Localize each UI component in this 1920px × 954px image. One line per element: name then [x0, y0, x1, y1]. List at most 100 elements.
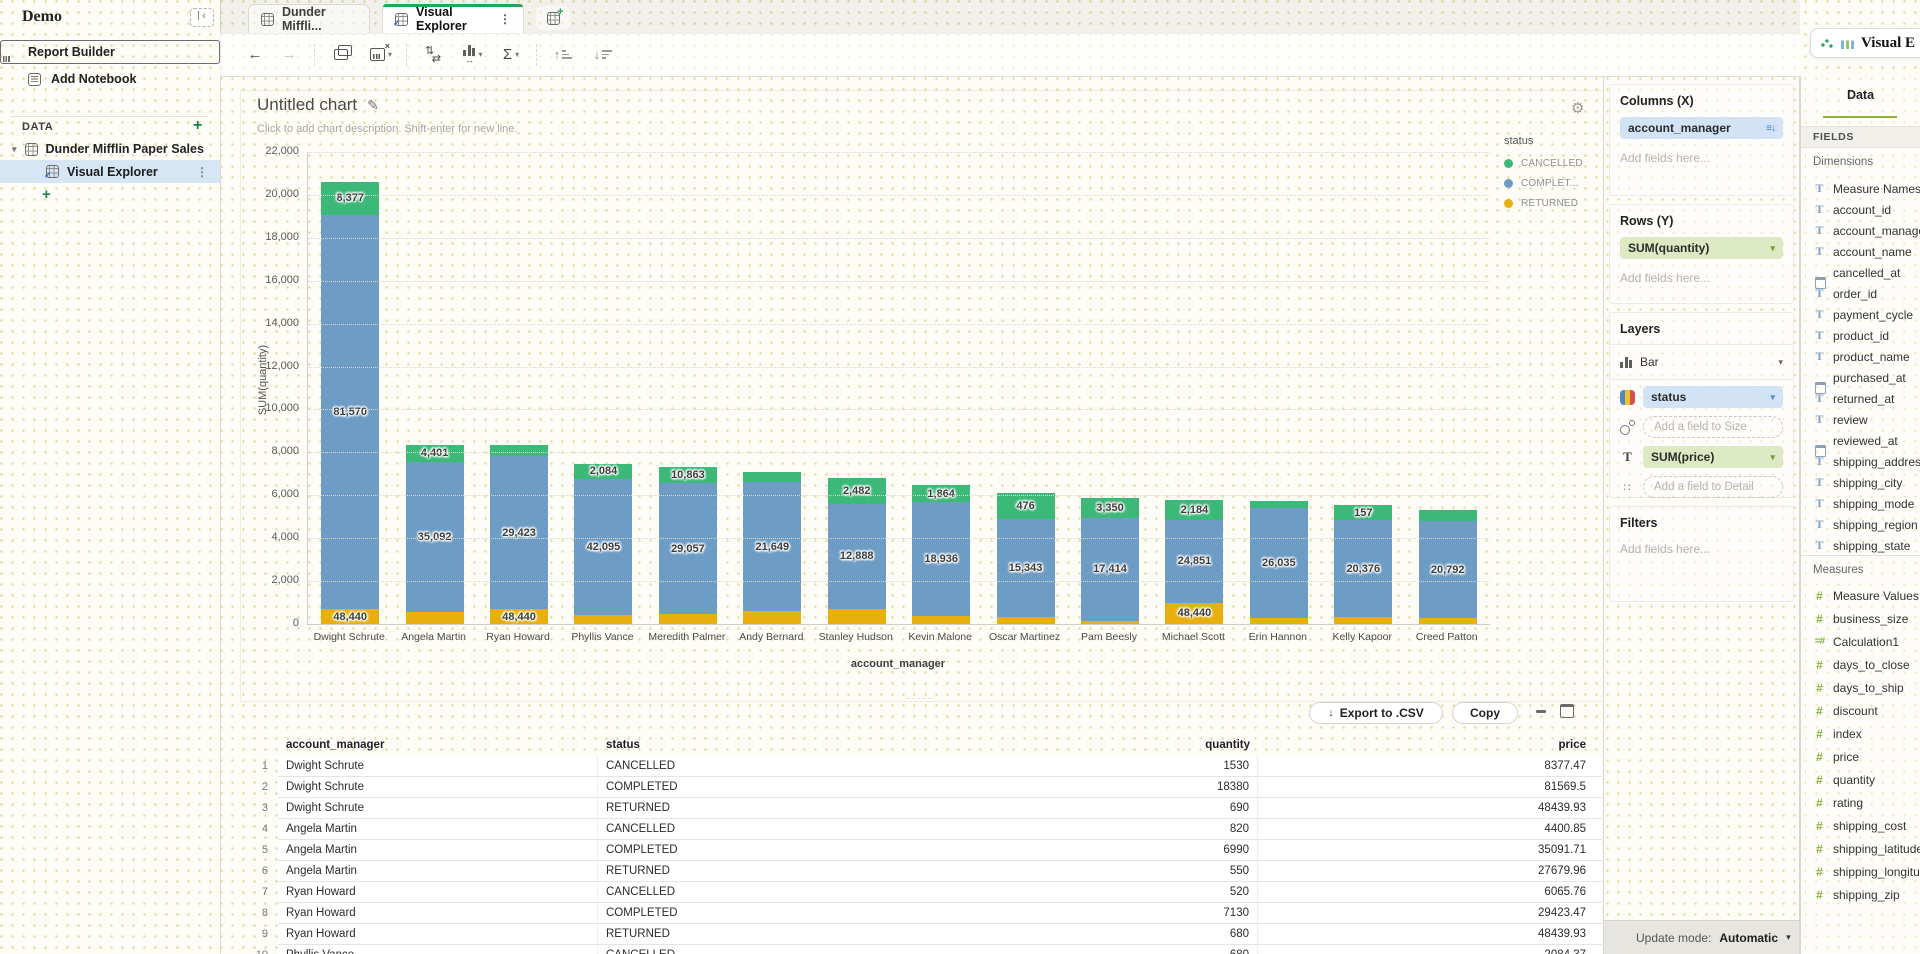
text-field-pill[interactable]: SUM(price) ▾: [1643, 446, 1783, 468]
field-item[interactable]: Tshipping_mode: [1801, 493, 1920, 514]
field-item[interactable]: #index: [1801, 722, 1920, 745]
bar-segment-completed[interactable]: 20,792: [1419, 521, 1477, 618]
bar-segment-cancelled[interactable]: 1,864: [912, 485, 970, 502]
field-item[interactable]: #shipping_cost: [1801, 814, 1920, 837]
size-drop-field[interactable]: Add a field to Size: [1643, 416, 1783, 438]
bar-segment-returned[interactable]: [406, 612, 464, 624]
stacked-bar[interactable]: 48,44029,423: [490, 445, 548, 624]
bar-segment-completed[interactable]: 29,423: [490, 456, 548, 609]
rows-field-pill[interactable]: SUM(quantity) ▾: [1620, 237, 1783, 259]
mark-type-selector[interactable]: Bar ▾: [1620, 347, 1783, 377]
chart-description-placeholder[interactable]: Click to add chart description. Shift-en…: [257, 123, 517, 135]
expand-results-icon[interactable]: [1560, 704, 1574, 718]
field-item[interactable]: Taccount_id: [1801, 199, 1920, 220]
bar-segment-returned[interactable]: 48,440: [321, 609, 379, 624]
field-item[interactable]: #Measure Values: [1801, 584, 1920, 607]
field-item[interactable]: #discount: [1801, 699, 1920, 722]
kebab-menu-icon[interactable]: ⋮: [196, 165, 208, 179]
bar-segment-returned[interactable]: [743, 611, 801, 624]
aggregate-button[interactable]: Σ ▾: [498, 41, 524, 69]
bar-segment-cancelled[interactable]: 157: [1334, 505, 1392, 520]
stacked-bar[interactable]: 20,376157: [1334, 505, 1392, 624]
remove-chart-button[interactable]: ▾: [368, 41, 394, 69]
bar-segment-completed[interactable]: 17,414: [1081, 518, 1139, 621]
stacked-bar[interactable]: 29,05710,863: [659, 467, 717, 624]
stacked-bar[interactable]: 48,44081,5708,377: [321, 182, 379, 624]
bar-segment-completed[interactable]: 20,376: [1334, 520, 1392, 617]
sidebar-item-add-notebook[interactable]: Add Notebook: [0, 67, 220, 91]
field-item[interactable]: #quantity: [1801, 768, 1920, 791]
bar-segment-cancelled[interactable]: 2,084: [574, 464, 632, 479]
field-item[interactable]: Tproduct_name: [1801, 346, 1920, 367]
tab-dunder-mifflin[interactable]: Dunder Miffli...: [248, 4, 370, 33]
bar-segment-completed[interactable]: 12,888: [828, 504, 886, 609]
swap-axes-button[interactable]: ⇅⇄: [420, 41, 446, 69]
caret-down-icon[interactable]: ▾: [1770, 243, 1775, 254]
stacked-bar[interactable]: 48,44024,8512,184: [1165, 500, 1223, 624]
stacked-bar[interactable]: 35,0924,401: [406, 445, 464, 624]
bar-segment-returned[interactable]: [574, 615, 632, 624]
field-item[interactable]: #business_size: [1801, 607, 1920, 630]
field-item[interactable]: Tshipping_region: [1801, 514, 1920, 535]
bar-segment-returned[interactable]: [912, 616, 970, 624]
sort-descending-button[interactable]: ↓: [590, 41, 616, 69]
stacked-bar[interactable]: 18,9361,864: [912, 485, 970, 624]
bar-segment-returned[interactable]: 48,440: [1165, 603, 1223, 624]
field-item[interactable]: #days_to_close: [1801, 653, 1920, 676]
column-header-status[interactable]: status: [598, 735, 928, 756]
sort-ascending-button[interactable]: ↑: [550, 41, 576, 69]
update-mode-value[interactable]: Automatic: [1719, 931, 1778, 945]
bar-segment-returned[interactable]: [1081, 621, 1139, 624]
app-switcher-button[interactable]: Visual E: [1810, 28, 1920, 58]
color-field-pill[interactable]: status ▾: [1643, 386, 1783, 408]
undo-button[interactable]: ←: [242, 41, 268, 69]
bar-segment-completed[interactable]: 26,035: [1250, 508, 1308, 618]
bar-segment-completed[interactable]: 18,936: [912, 502, 970, 615]
bar-segment-returned[interactable]: [1419, 618, 1477, 624]
chart-type-button[interactable]: ↔ ▾: [460, 41, 486, 69]
column-header-account_manager[interactable]: account_manager: [278, 735, 598, 756]
bar-segment-cancelled[interactable]: 4,401: [406, 445, 464, 463]
field-item[interactable]: #rating: [1801, 791, 1920, 814]
field-item[interactable]: Taccount_manager: [1801, 220, 1920, 241]
add-data-source-button[interactable]: +: [193, 117, 202, 135]
detail-drop-field[interactable]: Add a field to Detail: [1643, 476, 1783, 498]
bar-segment-returned[interactable]: [997, 617, 1055, 624]
stacked-bar[interactable]: 15,343476: [997, 493, 1055, 624]
field-item[interactable]: #shipping_longitude: [1801, 860, 1920, 883]
field-item[interactable]: Tshipping_state: [1801, 535, 1920, 554]
bar-segment-completed[interactable]: 15,343: [997, 519, 1055, 617]
legend-item[interactable]: COMPLET...: [1504, 173, 1599, 193]
stacked-bar[interactable]: 20,792: [1419, 510, 1477, 624]
export-csv-button[interactable]: ↓ Export to .CSV: [1309, 702, 1443, 724]
tab-kebab-icon[interactable]: ⋮: [499, 12, 511, 26]
chart-title[interactable]: Untitled chart ✎: [257, 95, 379, 115]
bar-segment-cancelled[interactable]: 476: [997, 493, 1055, 519]
bar-segment-cancelled[interactable]: 2,184: [1165, 500, 1223, 520]
field-item[interactable]: Tpayment_cycle: [1801, 304, 1920, 325]
caret-down-icon[interactable]: ▾: [1786, 932, 1791, 943]
data-source-item[interactable]: ▾ Dunder Mifflin Paper Sales: [0, 138, 220, 160]
collapse-sidebar-button[interactable]: ‹: [190, 8, 214, 27]
bar-segment-cancelled[interactable]: [490, 445, 548, 456]
bar-segment-completed[interactable]: 29,057: [659, 483, 717, 613]
bar-segment-returned[interactable]: [659, 614, 717, 624]
bar-segment-cancelled[interactable]: 2,482: [828, 478, 886, 504]
sidebar-item-visual-explorer[interactable]: Visual Explorer ⋮: [0, 160, 220, 183]
chevron-down-icon[interactable]: ▾: [12, 144, 17, 155]
field-item[interactable]: Taccount_name: [1801, 241, 1920, 262]
field-item[interactable]: =#Calculation1: [1801, 630, 1920, 653]
stacked-bar[interactable]: 26,035: [1250, 501, 1308, 624]
stacked-bar[interactable]: 42,0952,084: [574, 464, 632, 624]
bar-segment-completed[interactable]: 81,570: [321, 215, 379, 609]
bar-segment-completed[interactable]: 42,095: [574, 479, 632, 615]
legend-item[interactable]: CANCELLED: [1504, 153, 1599, 173]
duplicate-chart-button[interactable]: [328, 41, 354, 69]
column-header-quantity[interactable]: quantity: [928, 735, 1258, 756]
add-chart-button[interactable]: +: [42, 186, 51, 203]
collapse-results-icon[interactable]: [1535, 705, 1547, 717]
columns-field-pill[interactable]: account_manager ≡↓: [1620, 117, 1783, 139]
bar-segment-cancelled[interactable]: 10,863: [659, 467, 717, 484]
stacked-bar[interactable]: 17,4143,350: [1081, 498, 1139, 624]
legend-item[interactable]: RETURNED: [1504, 193, 1599, 213]
